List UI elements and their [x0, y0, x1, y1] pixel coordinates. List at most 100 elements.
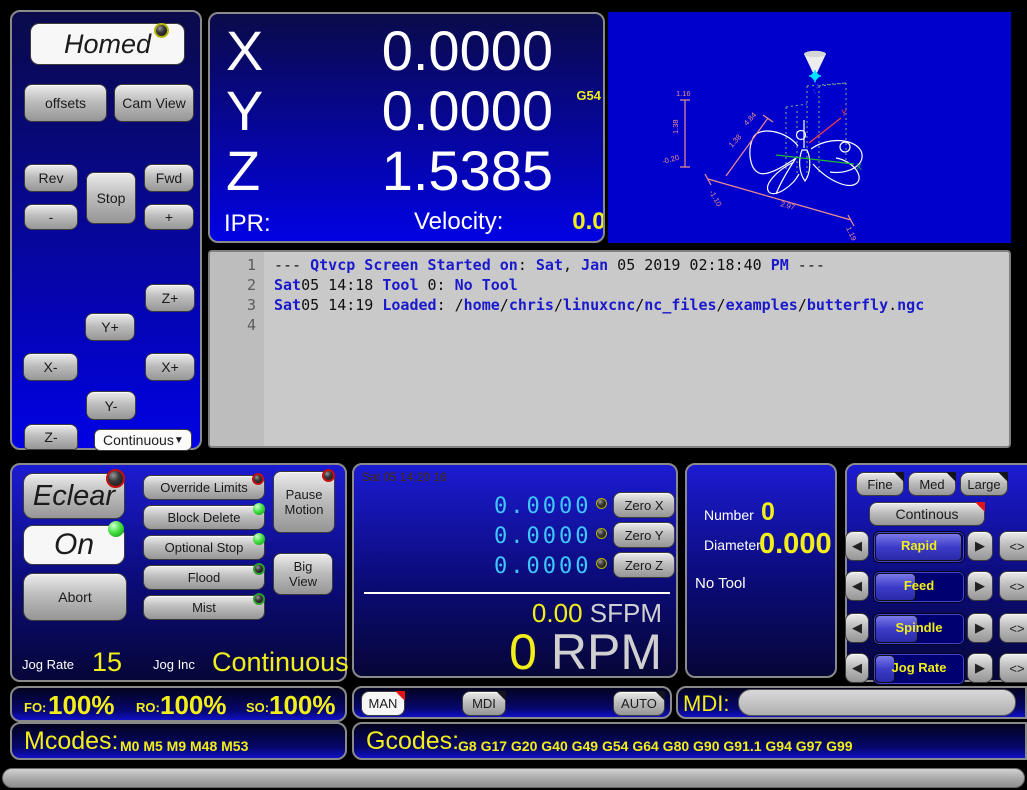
jog-y-plus-button[interactable]: Y+ — [85, 313, 135, 341]
mdi-command-input[interactable] — [738, 689, 1016, 716]
jograte-slider-label: Jog Rate — [874, 660, 964, 675]
expand-icon: <> — [1009, 661, 1024, 676]
size-large-button[interactable]: Large — [960, 472, 1008, 496]
jog-x-minus-button[interactable]: X- — [23, 353, 78, 381]
override-limits-led-icon — [252, 473, 264, 485]
tool-info-panel: Number 0 Diameter 0.000 No Tool — [685, 463, 837, 678]
jograte-expand-button[interactable]: <> — [999, 653, 1027, 683]
zero-x-label: Zero X — [624, 498, 663, 513]
block-delete-toggle[interactable]: Block Delete — [143, 505, 265, 530]
pause-motion-label: Pause Motion — [280, 487, 328, 517]
mist-led-icon — [253, 593, 265, 605]
jog-y-minus-button[interactable]: Y- — [86, 391, 136, 420]
jograte-decrease-button[interactable]: ◀ — [845, 653, 869, 683]
jograte-slider[interactable]: Jog Rate — [873, 653, 965, 685]
y-minus-label: Y- — [105, 398, 118, 414]
continous-mode-button[interactable]: Continous — [869, 502, 985, 526]
console-line: 1--- Qtvcp Screen Started on: Sat, Jan 0… — [210, 255, 1009, 275]
dimension-labels: 1.16 1.38 -0.20 4.84 1.38 -1.10 2.97 1.1… — [661, 89, 858, 242]
svg-text:1.38: 1.38 — [727, 132, 743, 149]
feed-override-slider[interactable]: Feed — [873, 571, 965, 603]
mist-toggle[interactable]: Mist — [143, 595, 265, 620]
spindle-slider-label: Spindle — [874, 620, 964, 635]
mdi-entry-label: MDI: — [683, 691, 729, 717]
optional-stop-toggle[interactable]: Optional Stop — [143, 535, 265, 560]
relative-dro-panel: Sat 05 14:20 16 0.0000 Zero X 0.0000 Zer… — [352, 463, 678, 678]
zero-y-button[interactable]: Zero Y — [613, 522, 675, 548]
mode-mdi-button[interactable]: MDI — [462, 691, 506, 716]
spindle-fwd-button[interactable]: Fwd — [144, 164, 194, 192]
med-label: Med — [919, 477, 944, 492]
svg-text:1.38: 1.38 — [671, 119, 680, 134]
cam-view-button[interactable]: Cam View — [114, 84, 194, 122]
override-limits-toggle[interactable]: Override Limits — [143, 475, 265, 500]
spindle-expand-button[interactable]: <> — [999, 613, 1027, 643]
spindle-override-slider[interactable]: Spindle — [873, 613, 965, 645]
mcodes-title: Mcodes: — [24, 727, 118, 756]
jog-z-plus-button[interactable]: Z+ — [145, 284, 195, 312]
flood-toggle[interactable]: Flood — [143, 565, 265, 590]
dro-axis-y: Y 0.0000 — [210, 78, 603, 140]
jog-mode-dropdown[interactable]: Continuous ▼ — [94, 429, 192, 451]
spindle-minus-button[interactable]: - — [24, 204, 78, 230]
rel-x-value: 0.0000 — [494, 494, 591, 519]
right-arrow-icon: ▶ — [975, 578, 985, 594]
spindle-plus-button[interactable]: + — [144, 204, 194, 230]
progress-status-bar — [2, 768, 1025, 788]
rapid-override-label: RO: — [136, 700, 160, 715]
optional-stop-label: Optional Stop — [165, 540, 244, 555]
rel-z-led-icon — [596, 558, 607, 569]
right-arrow-icon: ▶ — [975, 620, 985, 636]
expand-icon: <> — [1009, 621, 1024, 636]
big-view-button[interactable]: Big View — [273, 553, 333, 595]
rel-y-led-icon — [596, 528, 607, 539]
feed-decrease-button[interactable]: ◀ — [845, 571, 869, 601]
size-med-button[interactable]: Med — [908, 472, 956, 496]
spindle-rev-button[interactable]: Rev — [24, 164, 78, 192]
rev-label: Rev — [39, 170, 64, 186]
offsets-button[interactable]: offsets — [24, 84, 107, 122]
spindle-stop-button[interactable]: Stop — [86, 172, 136, 224]
mode-auto-button[interactable]: AUTO — [613, 691, 665, 716]
fwd-label: Fwd — [156, 170, 182, 186]
flood-led-icon — [253, 563, 265, 575]
continous-label: Continous — [895, 506, 958, 522]
feed-increase-button[interactable]: ▶ — [967, 571, 993, 601]
rapid-increase-button[interactable]: ▶ — [967, 531, 993, 561]
zero-z-button[interactable]: Zero Z — [613, 552, 675, 578]
optional-stop-led-icon — [253, 533, 265, 545]
jog-z-minus-button[interactable]: Z- — [24, 424, 78, 450]
indicator-notch — [946, 472, 956, 482]
svg-text:1.19: 1.19 — [844, 225, 858, 242]
rapid-decrease-button[interactable]: ◀ — [845, 531, 869, 561]
axis-x-value: 0.0000 — [382, 18, 553, 83]
homed-label: Homed — [64, 29, 151, 60]
abort-button[interactable]: Abort — [23, 573, 127, 621]
rapid-override-slider[interactable]: Rapid — [873, 531, 965, 563]
feed-override-label: FO: — [24, 700, 46, 715]
size-fine-button[interactable]: Fine — [856, 472, 904, 496]
left-arrow-icon: ◀ — [852, 538, 862, 554]
feed-slider-label: Feed — [874, 578, 964, 593]
rapid-override-value: 100% — [160, 690, 227, 721]
left-arrow-icon: ◀ — [852, 578, 862, 594]
rel-y-value: 0.0000 — [494, 524, 591, 549]
feed-expand-button[interactable]: <> — [999, 571, 1027, 601]
console-line: 3Sat05 14:19 Loaded: /home/chris/linuxcn… — [210, 295, 1009, 315]
rapid-expand-button[interactable]: <> — [999, 531, 1027, 561]
expand-icon: <> — [1009, 539, 1024, 554]
gcodes-title: Gcodes: — [366, 727, 459, 756]
spindle-increase-button[interactable]: ▶ — [967, 613, 993, 643]
spindle-decrease-button[interactable]: ◀ — [845, 613, 869, 643]
machine-control-panel: Eclear On Abort Override Limits Block De… — [10, 463, 347, 682]
dimension-lines — [680, 100, 854, 226]
tool-diameter-value: 0.000 — [759, 528, 832, 561]
zero-x-button[interactable]: Zero X — [613, 492, 675, 518]
jograte-increase-button[interactable]: ▶ — [967, 653, 993, 683]
minus-label: - — [49, 209, 54, 225]
jog-x-plus-button[interactable]: X+ — [145, 353, 195, 381]
mode-man-button[interactable]: MAN — [361, 691, 405, 716]
mode-select-panel: MAN MDI AUTO — [352, 686, 672, 719]
plus-label: + — [165, 209, 173, 225]
gcode-preview-panel[interactable]: Y X 1.16 1.38 -0.20 4.84 1.38 -1.10 2.97… — [608, 12, 1011, 243]
